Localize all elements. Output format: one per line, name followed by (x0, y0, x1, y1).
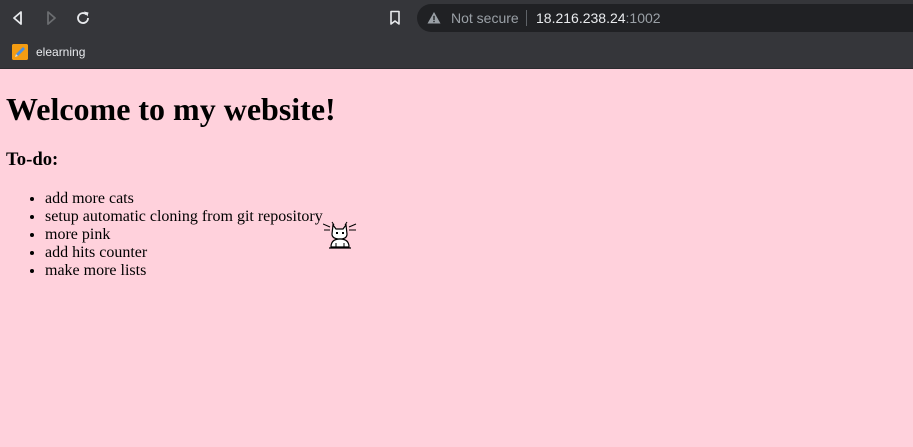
bookmark-elearning[interactable]: elearning (8, 40, 89, 64)
back-arrow-icon (13, 11, 22, 25)
url-host: 18.216.238.24 (536, 10, 626, 26)
pencil-favicon-icon (12, 44, 28, 60)
security-status-text[interactable]: Not secure (451, 10, 519, 26)
todo-list: add more cats setup automatic cloning fr… (45, 190, 323, 280)
page-heading: Welcome to my website! (6, 91, 336, 127)
page-content: Welcome to my website! To-do: add more c… (0, 69, 913, 447)
warning-triangle-icon[interactable] (427, 11, 441, 25)
reload-icon (77, 11, 89, 24)
bookmark-button[interactable] (385, 8, 405, 28)
bookmarks-bar: elearning (0, 36, 913, 69)
todo-item: more pink (45, 226, 323, 244)
todo-item: make more lists (45, 262, 323, 280)
todo-item: add hits counter (45, 244, 323, 262)
url-text[interactable]: 18.216.238.24:1002 (536, 10, 661, 26)
address-bar[interactable]: Not secure 18.216.238.24:1002 (417, 4, 913, 32)
forward-button[interactable] (41, 8, 61, 28)
reload-button[interactable] (73, 8, 93, 28)
bookmark-icon (390, 10, 400, 25)
todo-item: add more cats (45, 190, 323, 208)
cat-cursor-icon (323, 221, 357, 249)
omnibox-divider (526, 10, 527, 26)
todo-heading: To-do: (6, 149, 59, 170)
url-port: :1002 (625, 10, 661, 26)
bookmark-label: elearning (36, 45, 86, 59)
forward-arrow-icon (47, 11, 56, 25)
back-button[interactable] (8, 8, 28, 28)
browser-toolbar: Not secure 18.216.238.24:1002 (0, 0, 913, 36)
todo-item: setup automatic cloning from git reposit… (45, 208, 323, 226)
